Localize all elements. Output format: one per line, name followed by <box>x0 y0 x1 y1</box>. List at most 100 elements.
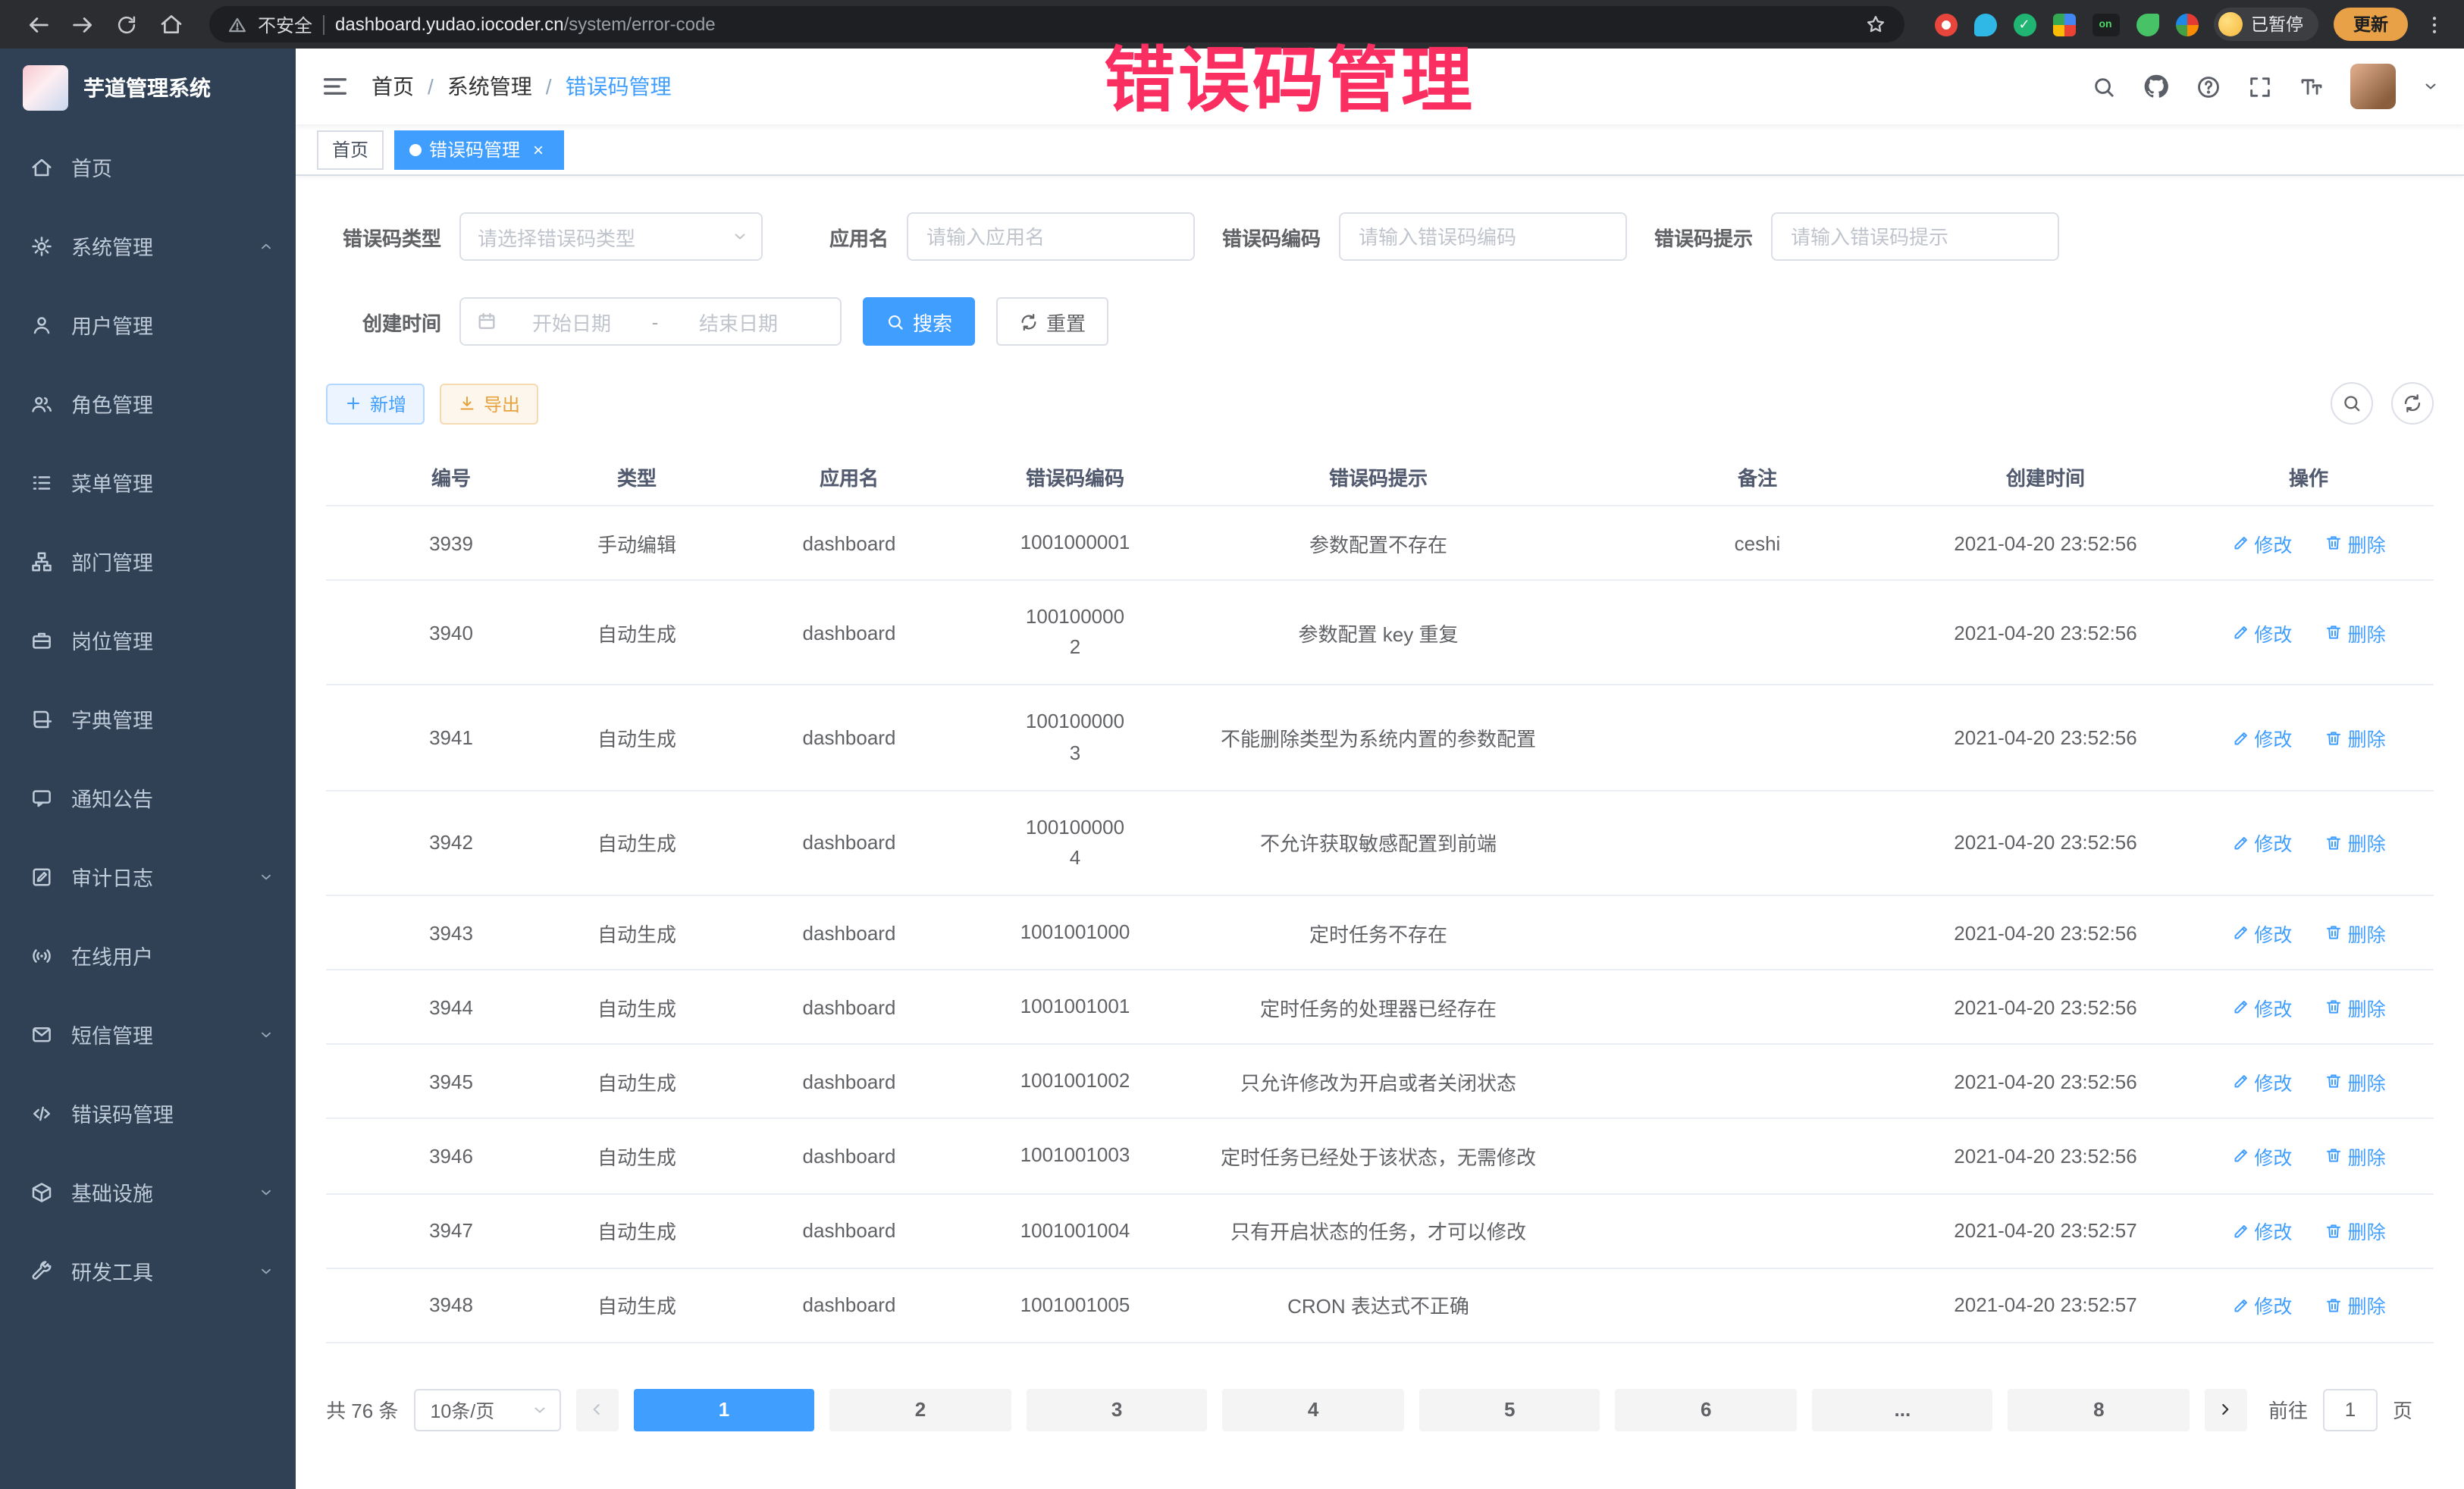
tab-close-icon[interactable] <box>528 139 549 160</box>
sidebar-item-positions[interactable]: 岗位管理 <box>0 600 296 679</box>
page-button-4[interactable]: 4 <box>1223 1389 1404 1431</box>
extension-icon-green-check[interactable] <box>2013 13 2036 36</box>
browser-reload-button[interactable] <box>106 4 147 45</box>
extension-icon-pinwheel[interactable] <box>2175 13 2198 36</box>
page-button-6[interactable]: 6 <box>1616 1389 1797 1431</box>
delete-link[interactable]: 删除 <box>2325 1291 2386 1320</box>
docs-help-icon[interactable] <box>2196 74 2221 99</box>
sidebar-item-menus[interactable]: 菜单管理 <box>0 443 296 522</box>
bookmark-star-icon[interactable] <box>1864 14 1886 35</box>
sidebar-item-notices[interactable]: 通知公告 <box>0 758 296 837</box>
delete-link[interactable]: 删除 <box>2325 1142 2386 1171</box>
browser-update-button[interactable]: 更新 <box>2334 8 2408 41</box>
extension-icon-color-grid[interactable] <box>2052 13 2075 36</box>
page-button-8[interactable]: 8 <box>2008 1389 2190 1431</box>
extension-icon-teal-drop[interactable] <box>1973 13 1996 36</box>
page-button-1[interactable]: 1 <box>633 1389 814 1431</box>
delete-link[interactable]: 删除 <box>2325 528 2386 557</box>
page-button-2[interactable]: 2 <box>830 1389 1011 1431</box>
delete-link[interactable]: 删除 <box>2325 723 2386 752</box>
menu-item-icon <box>30 155 53 178</box>
goto-page-input[interactable] <box>2323 1389 2378 1431</box>
sidebar-toggle-button[interactable] <box>320 71 350 102</box>
app-logo[interactable]: 芋道管理系统 <box>0 49 296 127</box>
sidebar-item-online-users[interactable]: 在线用户 <box>0 916 296 995</box>
cell-time: 2021-04-20 23:52:56 <box>1908 970 2183 1044</box>
app-name-input[interactable] <box>907 212 1195 261</box>
sidebar-item-departments[interactable]: 部门管理 <box>0 522 296 600</box>
edit-link[interactable]: 修改 <box>2231 1291 2292 1320</box>
trash-icon <box>2325 834 2343 852</box>
browser-back-button[interactable] <box>18 4 59 45</box>
sidebar-item-users[interactable]: 用户管理 <box>0 285 296 364</box>
error-code-input[interactable] <box>1339 212 1627 261</box>
sidebar-item-sms[interactable]: 短信管理 <box>0 995 296 1074</box>
url-path: /system/error-code <box>564 14 716 35</box>
breadcrumb-home[interactable]: 首页 <box>371 71 414 102</box>
delete-link[interactable]: 删除 <box>2325 1216 2386 1245</box>
github-icon[interactable] <box>2143 73 2170 100</box>
browser-home-button[interactable] <box>150 4 191 45</box>
menu-item-label: 通知公告 <box>71 782 240 813</box>
edit-link[interactable]: 修改 <box>2231 528 2292 557</box>
sidebar-item-home[interactable]: 首页 <box>0 127 296 206</box>
edit-link[interactable]: 修改 <box>2231 1142 2292 1171</box>
tab-home[interactable]: 首页 <box>317 130 384 169</box>
reset-button[interactable]: 重置 <box>996 297 1108 346</box>
extension-icon-on-badge[interactable]: on <box>2092 13 2119 36</box>
fullscreen-icon[interactable] <box>2247 74 2273 99</box>
header-search-icon[interactable] <box>2091 74 2117 99</box>
cell-app: dashboard <box>698 506 1001 580</box>
sidebar-item-dictionaries[interactable]: 字典管理 <box>0 679 296 758</box>
delete-link[interactable]: 删除 <box>2325 992 2386 1021</box>
page-button-3[interactable]: 3 <box>1027 1389 1208 1431</box>
sidebar-item-error-codes[interactable]: 错误码管理 <box>0 1074 296 1152</box>
profile-paused-badge[interactable]: 已暂停 <box>2213 8 2318 41</box>
cell-actions: 修改 删除 <box>2183 506 2434 580</box>
tab-error-code[interactable]: 错误码管理 <box>394 130 564 169</box>
search-button[interactable]: 搜索 <box>863 297 975 346</box>
delete-link[interactable]: 删除 <box>2325 1067 2386 1096</box>
not-secure-label[interactable]: 不安全 <box>258 11 312 37</box>
sidebar-item-audit-logs[interactable]: 审计日志 <box>0 837 296 916</box>
edit-link[interactable]: 修改 <box>2231 992 2292 1021</box>
delete-link[interactable]: 删除 <box>2325 918 2386 947</box>
sidebar-item-dev-tools[interactable]: 研发工具 <box>0 1231 296 1310</box>
edit-link[interactable]: 修改 <box>2231 918 2292 947</box>
address-bar[interactable]: 不安全 dashboard.yudao.iocoder.cn/system/er… <box>209 6 1904 42</box>
sidebar-item-system[interactable]: 系统管理 <box>0 206 296 285</box>
error-type-select[interactable]: 请选择错误码类型 <box>459 212 763 261</box>
extension-icon-red-target[interactable] <box>1934 13 1957 36</box>
page-size-select[interactable]: 10条/页 <box>413 1389 560 1431</box>
page-button-5[interactable]: 5 <box>1419 1389 1600 1431</box>
edit-link[interactable]: 修改 <box>2231 723 2292 752</box>
export-button[interactable]: 导出 <box>440 383 538 424</box>
table-row: 3943 自动生成 dashboard 1001001000 定时任务不存在 2… <box>326 895 2434 970</box>
breadcrumb-system[interactable]: 系统管理 <box>447 71 532 102</box>
browser-forward-button[interactable] <box>62 4 103 45</box>
edit-link[interactable]: 修改 <box>2231 1067 2292 1096</box>
create-time-range-picker[interactable]: 开始日期 - 结束日期 <box>459 297 842 346</box>
next-page-button[interactable] <box>2205 1389 2247 1431</box>
avatar-caret-icon[interactable] <box>2422 77 2440 96</box>
prev-page-button[interactable] <box>575 1389 618 1431</box>
user-avatar[interactable] <box>2350 64 2396 109</box>
edit-link[interactable]: 修改 <box>2231 829 2292 857</box>
page-button-more[interactable]: ... <box>1812 1389 1993 1431</box>
pencil-icon <box>2231 1147 2249 1165</box>
error-msg-input[interactable] <box>1771 212 2059 261</box>
toggle-search-button[interactable] <box>2331 382 2373 425</box>
sidebar-item-infrastructure[interactable]: 基础设施 <box>0 1152 296 1231</box>
refresh-table-button[interactable] <box>2391 382 2434 425</box>
delete-link[interactable]: 删除 <box>2325 829 2386 857</box>
cell-remark: ceshi <box>1607 506 1908 580</box>
delete-link[interactable]: 删除 <box>2325 619 2386 647</box>
add-button[interactable]: 新增 <box>326 383 425 424</box>
edit-link[interactable]: 修改 <box>2231 1216 2292 1245</box>
font-size-icon[interactable] <box>2299 74 2324 99</box>
edit-link[interactable]: 修改 <box>2231 619 2292 647</box>
cell-code: 100100000 4 <box>1001 790 1149 895</box>
sidebar-item-roles[interactable]: 角色管理 <box>0 364 296 443</box>
browser-menu-icon[interactable] <box>2423 13 2446 36</box>
extension-icon-green-leaf[interactable] <box>2136 13 2158 36</box>
